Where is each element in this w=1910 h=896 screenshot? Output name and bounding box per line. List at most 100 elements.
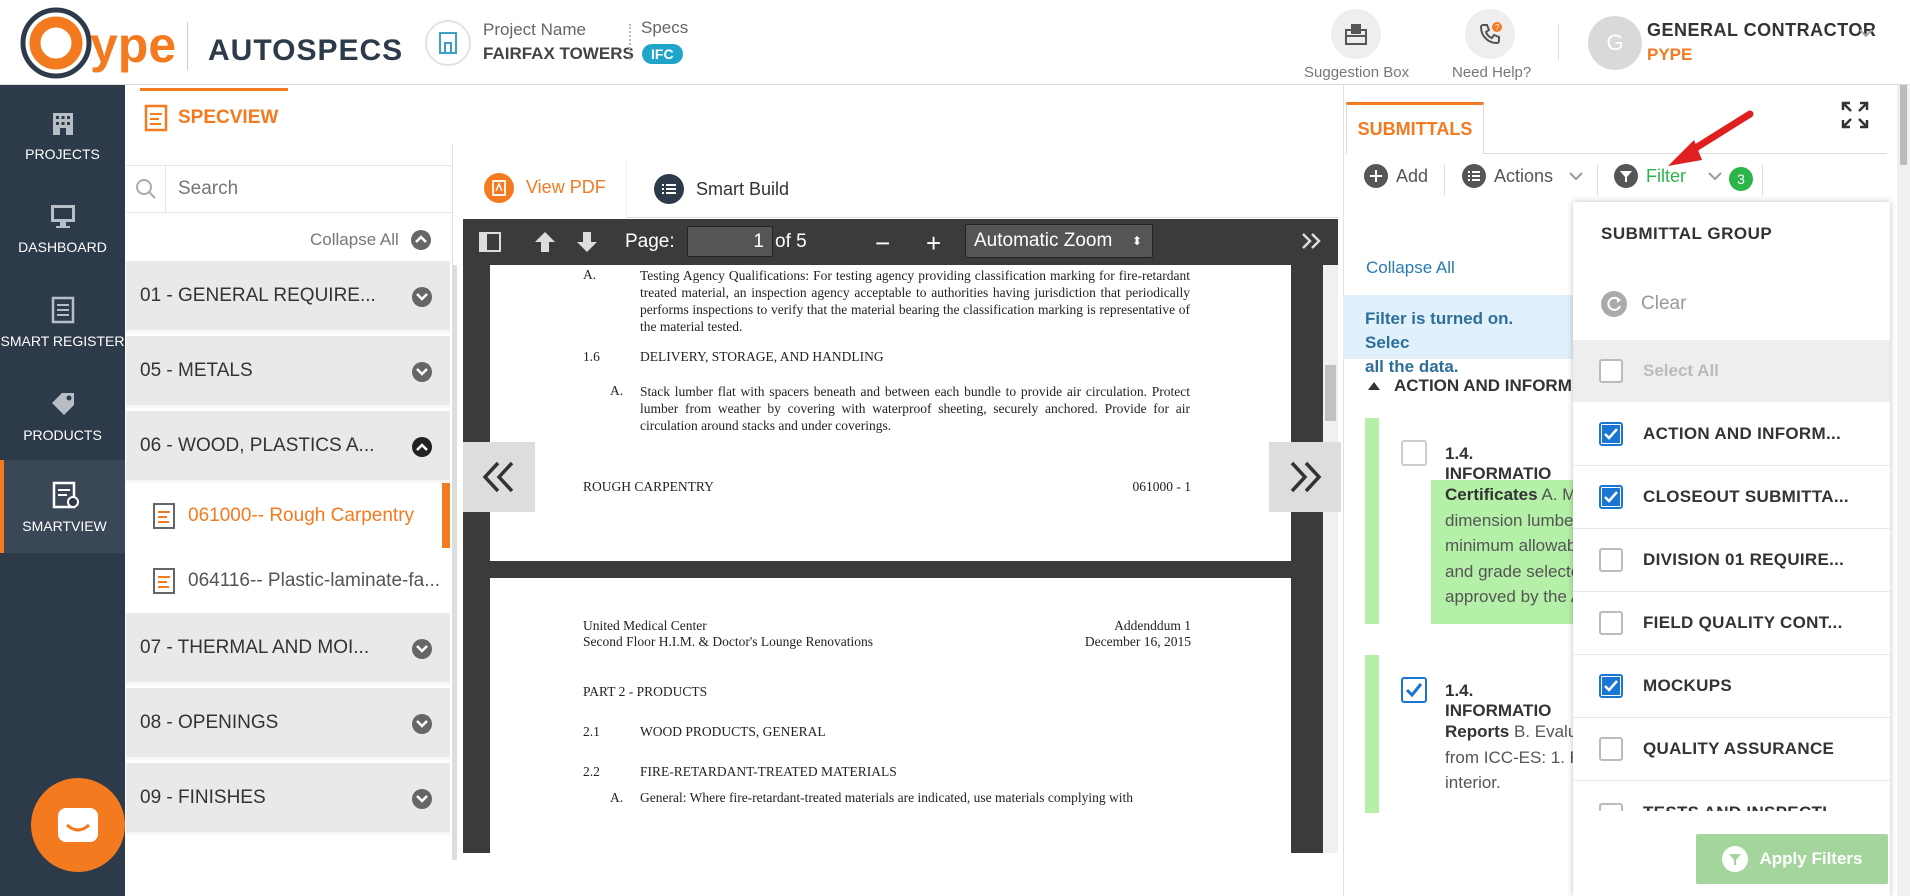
pype-logo[interactable]: ype [20, 6, 200, 82]
filter-option[interactable]: CLOSEOUT SUBMITTA... [1573, 466, 1890, 529]
tab-label: Smart Build [696, 178, 790, 199]
division-label: 08 - OPENINGS [140, 711, 279, 733]
next-page-button[interactable] [1269, 442, 1341, 512]
chevron-up-icon[interactable] [412, 437, 432, 457]
chevron-down-icon[interactable] [412, 287, 432, 307]
division-row[interactable]: 07 - THERMAL AND MOI... [126, 613, 450, 685]
checkbox[interactable] [1599, 803, 1623, 811]
select-arrows-icon: ⬍ [1131, 234, 1142, 248]
tab-specview[interactable]: SPECVIEW [140, 88, 288, 145]
apply-label: Apply Filters [1759, 849, 1863, 868]
project-name-value[interactable]: FAIRFAX TOWERS [483, 44, 634, 64]
checkbox-checked[interactable] [1599, 485, 1623, 509]
chat-launcher-button[interactable] [31, 778, 125, 872]
division-row[interactable]: 06 - WOOD, PLASTICS A... [126, 411, 450, 483]
search-bar[interactable] [126, 165, 453, 213]
nav-item-projects[interactable]: PROJECTS [0, 90, 125, 180]
expand-icon[interactable] [1840, 100, 1870, 130]
section-row[interactable]: 061000-- Rough Carpentry [126, 483, 450, 548]
filter-option[interactable]: FIELD QUALITY CONT... [1573, 592, 1890, 655]
tab-smart-build[interactable]: Smart Build [648, 160, 789, 218]
chevron-down-icon[interactable] [412, 639, 432, 659]
filter-option[interactable]: DIVISION 01 REQUIRE... [1573, 529, 1890, 592]
dropdown-title: SUBMITTAL GROUP [1601, 224, 1773, 243]
section-label: 064116-- Plastic-laminate-fa... [188, 569, 441, 591]
filter-option[interactable]: TESTS AND INSPECTI... [1573, 781, 1890, 811]
division-row[interactable]: 08 - OPENINGS [126, 688, 450, 760]
pdf-text: 061000 - 1 [1132, 479, 1192, 494]
chevron-down-icon[interactable] [412, 362, 432, 382]
card-checkbox[interactable] [1401, 440, 1427, 466]
card-text: from ICC-ES: 1. Fi [1445, 747, 1575, 767]
suggestion-box-button[interactable] [1326, 9, 1386, 59]
list-circle-icon [1462, 164, 1486, 188]
double-chevron-right-icon[interactable] [1299, 229, 1323, 253]
zoom-in-icon[interactable]: + [926, 228, 941, 259]
need-help-label: Need Help? [1452, 64, 1532, 81]
collapse-all-link[interactable]: Collapse All [1366, 258, 1455, 278]
filter-option[interactable]: MOCKUPS [1573, 655, 1890, 718]
scrollbar[interactable] [452, 265, 457, 860]
division-row[interactable]: 09 - FINISHES [126, 763, 450, 835]
checkbox-checked[interactable] [1599, 422, 1623, 446]
chevron-down-icon[interactable] [412, 714, 432, 734]
specs-badge[interactable]: IFC [642, 44, 683, 64]
checkbox[interactable] [1599, 611, 1623, 635]
pdf-text: December 16, 2015 [1084, 634, 1191, 649]
nav-item-smart-register[interactable]: SMART REGISTER [0, 277, 125, 367]
card-text: A. M [1537, 485, 1575, 504]
pdf-viewer[interactable]: A. Testing Agency Qualifications: For te… [463, 265, 1323, 853]
apply-filters-button[interactable]: Apply Filters [1696, 834, 1888, 884]
chevron-down-icon[interactable] [1858, 28, 1874, 38]
suggestion-box-label: Suggestion Box [1304, 64, 1410, 81]
chevron-down-icon[interactable] [412, 789, 432, 809]
submittal-card[interactable]: 1.4. INFORMATIO Certificates A. M dimens… [1365, 418, 1575, 624]
tab-view-pdf[interactable]: View PDF [462, 160, 627, 218]
zoom-out-icon[interactable]: − [875, 228, 890, 259]
tab-submittals[interactable]: SUBMITTALS [1346, 102, 1484, 154]
select-all-option[interactable]: Select All [1573, 340, 1890, 402]
division-label: 06 - WOOD, PLASTICS A... [140, 434, 375, 456]
filter-icon [1614, 164, 1638, 188]
pdf-page: United Medical Center Second Floor H.I.M… [490, 578, 1291, 853]
checkbox-checked[interactable] [1599, 674, 1623, 698]
search-input[interactable] [166, 178, 406, 200]
page-number-input[interactable]: 1 [687, 226, 773, 257]
filter-option[interactable]: ACTION AND INFORM... [1573, 403, 1890, 466]
add-label: Add [1396, 165, 1429, 186]
submittal-card[interactable]: 1.4. INFORMATIO Reports B. Evalua from I… [1365, 655, 1575, 813]
checkbox[interactable] [1599, 548, 1623, 572]
checkbox[interactable] [1599, 737, 1623, 761]
monitor-icon [48, 201, 78, 231]
division-row[interactable]: 05 - METALS [126, 336, 450, 408]
card-lead: Certificates [1445, 485, 1538, 504]
scrollbar[interactable] [1323, 265, 1338, 853]
nav-item-products[interactable]: PRODUCTS [0, 371, 125, 461]
actions-dropdown[interactable]: Actions [1462, 164, 1583, 188]
group-header[interactable]: ACTION AND INFORM [1368, 376, 1572, 396]
section-row[interactable]: 064116-- Plastic-laminate-fa... [126, 548, 450, 613]
previous-page-button[interactable] [463, 442, 535, 512]
page-count: of 5 [775, 231, 807, 252]
filter-option[interactable]: QUALITY ASSURANCE [1573, 718, 1890, 781]
add-button[interactable]: Add [1364, 164, 1428, 188]
arrow-up-icon[interactable] [533, 230, 557, 254]
zoom-select[interactable]: Automatic Zoom ⬍ [965, 224, 1153, 258]
nav-item-dashboard[interactable]: DASHBOARD [0, 183, 125, 273]
user-role[interactable]: GENERAL CONTRACTOR [1647, 20, 1876, 41]
sidebar-toggle-icon[interactable] [479, 231, 501, 253]
card-text: B. Evalua [1513, 722, 1575, 741]
avatar[interactable]: G [1588, 16, 1642, 70]
collapse-all-link[interactable]: Collapse All [310, 230, 399, 250]
need-help-button[interactable]: ? [1460, 9, 1520, 59]
product-name: AUTOSPECS [208, 34, 404, 67]
chevron-up-icon[interactable] [411, 230, 431, 250]
refresh-icon [1601, 291, 1627, 317]
clear-button[interactable]: Clear [1573, 274, 1890, 334]
scrollbar[interactable] [1897, 85, 1910, 896]
card-checkbox[interactable] [1401, 677, 1427, 703]
arrow-down-icon[interactable] [575, 230, 599, 254]
nav-item-smartview[interactable]: SMARTVIEW [0, 460, 125, 553]
checkbox[interactable] [1599, 359, 1623, 383]
division-row[interactable]: 01 - GENERAL REQUIRE... [126, 261, 450, 333]
